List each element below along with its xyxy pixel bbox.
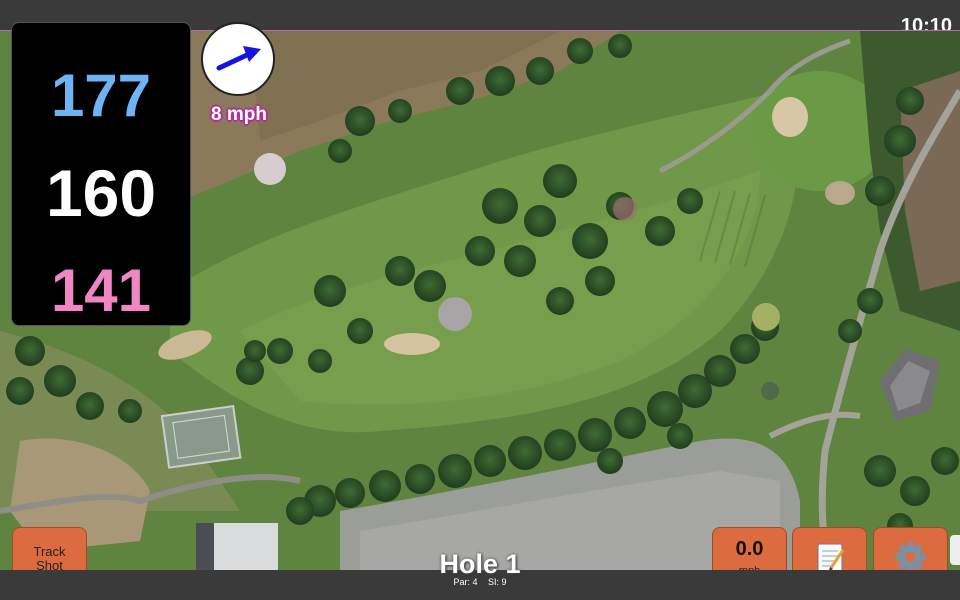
middle-distance: 160: [45, 156, 157, 230]
distance-panel: 177 160 141: [11, 22, 191, 326]
hole-info: Par: 4 SI: 9: [380, 577, 580, 587]
back-distance: 177: [50, 62, 152, 129]
track-shot-label-line1: Track: [33, 544, 66, 559]
edge-handle[interactable]: [950, 535, 960, 565]
front-distance: 141: [50, 257, 152, 324]
speed-value: 0.0: [735, 538, 764, 560]
wind-arrow-icon: [216, 46, 261, 71]
wind-direction-indicator: [201, 22, 275, 96]
wind-speed-label: 8 mph: [211, 104, 267, 125]
hole-par: Par: 4: [453, 577, 478, 587]
hole-title: Hole 1: [439, 549, 521, 579]
hole-stroke-index: SI: 9: [488, 577, 507, 587]
